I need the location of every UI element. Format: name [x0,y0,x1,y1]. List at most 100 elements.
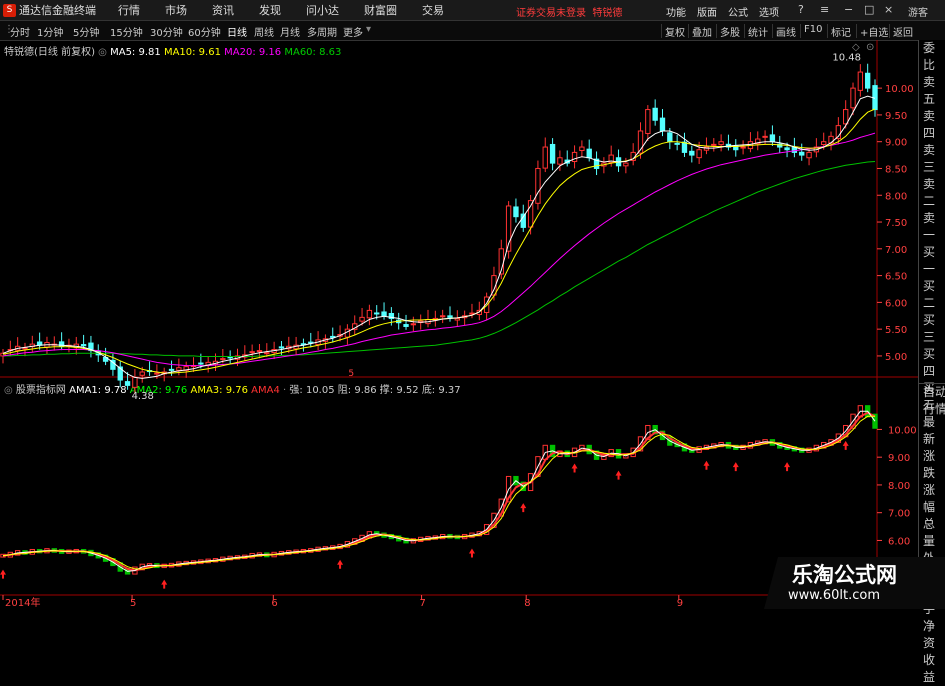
candle-body-17 [124,381,131,386]
candle-body-92 [674,142,680,145]
side-item-8[interactable]: 买三 [921,312,945,346]
candle-body-105 [769,134,776,143]
side-quotes[interactable]: 行情 [921,401,945,418]
watermark: 乐淘公式网 www.60lt.com [764,557,945,609]
watermark-cn: 乐淘公式网 [792,563,897,587]
main-y-label-5: 7.50 [885,218,907,229]
side-item-14[interactable]: 总量 [921,516,945,550]
side-item-4[interactable]: 卖二 [921,176,945,210]
candle-body-70 [513,206,519,218]
main-y-label-4: 8.00 [885,191,907,202]
candle-body-38 [278,346,285,349]
ma5-line [2,95,876,379]
candle-body-98 [718,141,724,146]
side-item-9[interactable]: 买四 [921,346,945,380]
candle-body-31 [227,356,233,359]
sub-y-label-3: 7.00 [888,509,910,520]
side-item-18[interactable]: 收益 [921,652,945,686]
side-item-0[interactable]: 委比 [921,40,945,74]
candle-body-78 [571,151,578,162]
main-y-label-9: 5.50 [885,325,907,336]
candle-body-97 [711,143,717,146]
candle-body-62 [454,317,460,321]
candle-body-109 [799,151,805,156]
main-y-label-2: 9.00 [885,138,907,149]
buy-signal-arrow-5 [571,463,578,473]
candle-body-21 [154,372,160,375]
candle-body-112 [821,141,827,146]
low-annotation: 4.38 [132,391,154,402]
side-auto[interactable]: 自动 [921,384,945,401]
candle-body-36 [264,352,270,355]
candle-body-94 [689,150,695,156]
buy-signal-arrow-1 [161,579,168,589]
side-item-1[interactable]: 卖五 [921,74,945,108]
event-marker: 5 [348,369,354,379]
watermark-url: www.60lt.com [788,588,880,603]
buy-signal-arrow-4 [520,503,527,513]
candle-body-118 [864,72,871,89]
candle-body-18 [132,376,138,388]
candle-body-116 [850,87,856,109]
x-label-1: 5 [130,598,136,609]
candle-body-49 [359,316,365,322]
side-item-12[interactable]: 涨跌 [921,448,945,482]
side-item-17[interactable]: 净资 [921,618,945,652]
candle-body-27 [198,362,204,365]
candle-body-73 [535,167,541,204]
sub-y-label-0: 10.00 [888,425,917,436]
ama4-line [2,411,876,572]
ma20-line [2,132,876,367]
candle-body-19 [139,371,145,376]
candle-body-11 [80,344,87,347]
x-label-5: 9 [677,598,683,609]
buy-signal-arrow-8 [732,462,739,472]
candle-body-76 [557,157,563,165]
candle-body-95 [696,149,702,159]
main-y-label-10: 5.00 [885,352,907,363]
sub-y-label-2: 8.00 [888,481,910,492]
candle-body-110 [806,151,812,159]
ma10-line [2,108,876,374]
candle-body-75 [549,143,556,164]
buy-signal-arrow-6 [615,470,622,480]
side-item-5[interactable]: 卖一 [921,210,945,244]
candle-body-34 [249,351,255,354]
main-y-label-8: 6.00 [885,298,907,309]
main-y-label-1: 9.50 [885,111,907,122]
sub-y-label-1: 9.00 [888,453,910,464]
side-item-13[interactable]: 涨幅 [921,482,945,516]
candle-body-50 [366,309,373,319]
candle-body-24 [176,367,182,371]
candle-body-80 [586,148,592,159]
candle-body-74 [542,146,548,169]
candle-body-52 [381,311,387,317]
candle-body-30 [220,358,226,361]
ama3-line [2,415,875,570]
buy-signal-arrow-0 [0,569,6,579]
candle-body-107 [784,147,790,151]
x-label-3: 7 [420,598,426,609]
x-label-4: 8 [524,598,530,609]
side-item-6[interactable]: 买一 [921,244,945,278]
chart-canvas[interactable]: 10.00 9.50 9.00 8.50 8.00 7.50 7.00 6.50 6.00 5.5… [0,0,945,609]
candle-body-23 [168,368,175,371]
buy-signal-arrow-3 [468,548,475,558]
side-item-3[interactable]: 卖三 [921,142,945,176]
main-y-label-7: 6.50 [885,272,907,283]
main-y-label-3: 8.50 [885,164,907,175]
quote-side-panel: 委比卖五卖四卖三卖二卖一买一买二买三买四买五最新涨跌涨幅总量外盘换手净资收益 自… [918,40,945,684]
candle-body-56 [410,323,417,326]
main-y-label-6: 7.00 [885,245,907,256]
main-y-label-0: 10.00 [885,84,914,95]
x-label-0: 2014年 [5,596,40,609]
side-item-7[interactable]: 买二 [921,278,945,312]
candle-body-85 [623,162,629,167]
candle-body-101 [740,146,746,149]
side-panel-bottom: 自动 行情 [919,383,945,418]
side-item-2[interactable]: 卖四 [921,108,945,142]
candle-body-115 [843,109,849,125]
candle-body-104 [762,135,768,138]
candle-body-72 [527,200,534,228]
side-item-11[interactable]: 最新 [921,414,945,448]
